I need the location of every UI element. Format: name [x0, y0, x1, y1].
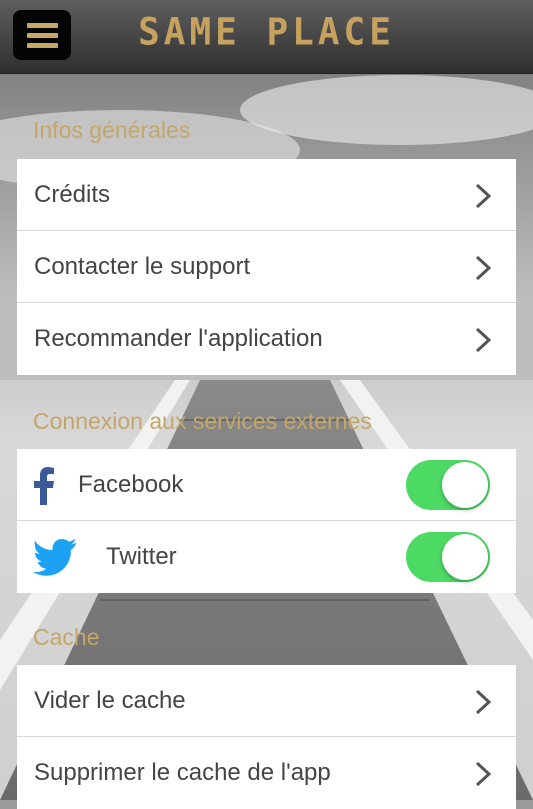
chevron-right-icon	[475, 255, 492, 281]
twitter-label: Twitter	[106, 543, 177, 570]
twitter-icon	[33, 539, 77, 576]
cache-group: Vider le cache Supprimer le cache de l'a…	[17, 665, 516, 809]
chevron-right-icon	[475, 689, 492, 715]
facebook-toggle[interactable]	[406, 460, 490, 510]
section-title-general: Infos générales	[33, 117, 191, 143]
external-services-group: Facebook Twitter	[17, 449, 516, 593]
credits-row[interactable]: Crédits	[17, 159, 516, 231]
twitter-row: Twitter	[17, 521, 516, 593]
app-logo: SAME PLACE	[138, 10, 395, 55]
facebook-icon	[34, 467, 54, 505]
clear-cache-row[interactable]: Vider le cache	[17, 665, 516, 737]
row-label: Contacter le support	[34, 252, 251, 280]
twitter-toggle[interactable]	[406, 532, 490, 582]
section-title-cache: Cache	[33, 624, 100, 650]
general-group: Crédits Contacter le support Recommander…	[17, 159, 516, 375]
facebook-row: Facebook	[17, 449, 516, 521]
facebook-label: Facebook	[78, 470, 184, 498]
row-label: Crédits	[34, 180, 111, 208]
chevron-right-icon	[475, 761, 492, 787]
chevron-right-icon	[475, 327, 492, 353]
delete-app-cache-row[interactable]: Supprimer le cache de l'app	[17, 737, 516, 809]
toggle-knob	[442, 534, 488, 580]
toggle-knob	[442, 462, 488, 508]
app-header: SAME PLACE	[0, 0, 533, 73]
row-label: Supprimer le cache de l'app	[34, 759, 331, 786]
chevron-right-icon	[475, 183, 492, 209]
recommend-app-row[interactable]: Recommander l'application	[17, 303, 516, 375]
section-title-external: Connexion aux services externes	[33, 408, 372, 434]
row-label: Vider le cache	[34, 686, 186, 714]
contact-support-row[interactable]: Contacter le support	[17, 231, 516, 303]
row-label: Recommander l'application	[34, 325, 323, 352]
